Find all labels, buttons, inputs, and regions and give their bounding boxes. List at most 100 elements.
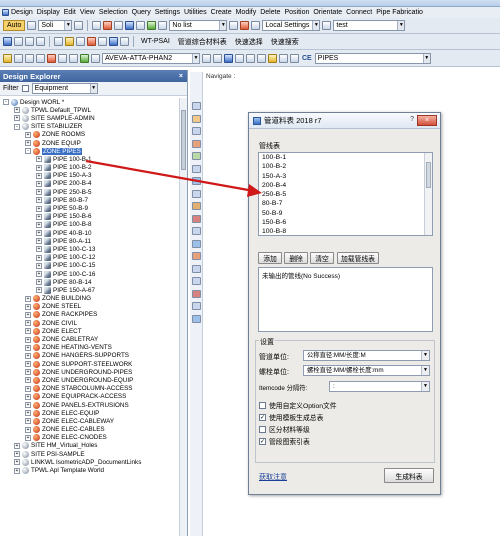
expand-icon[interactable]: + — [25, 361, 31, 368]
expand-icon[interactable]: + — [14, 442, 20, 449]
expand-icon[interactable]: + — [36, 172, 42, 179]
pipe-unit-select[interactable]: 公称直径:MM/长度:M ▼ — [303, 350, 430, 361]
tree-node[interactable]: + PIPE 40-B-10 — [0, 229, 179, 237]
expand-icon[interactable]: + — [36, 164, 42, 171]
expand-icon[interactable]: + — [14, 459, 20, 466]
menu-modify[interactable]: Modify — [234, 9, 259, 16]
expand-icon[interactable]: + — [14, 451, 20, 458]
settings-icon[interactable] — [322, 21, 332, 30]
tool-icon[interactable] — [192, 302, 201, 310]
tree-node[interactable]: + SITE HM_Virtual_Holes — [0, 442, 179, 450]
list-icon[interactable] — [279, 53, 288, 63]
menu-settings[interactable]: Settings — [153, 9, 182, 16]
refresh-icon[interactable] — [91, 53, 100, 63]
goto-icon[interactable] — [224, 53, 233, 63]
tool-icon[interactable] — [192, 102, 201, 110]
expand-icon[interactable]: + — [36, 279, 42, 286]
pipe-list-scrollbar[interactable] — [424, 153, 432, 235]
load-pipe-table-button[interactable]: 加载管线表 — [337, 252, 379, 264]
next-icon[interactable] — [69, 53, 78, 63]
list-add-icon[interactable] — [229, 21, 239, 30]
measure-icon[interactable] — [120, 37, 129, 46]
expand-icon[interactable]: + — [25, 328, 31, 335]
scrollbar-thumb[interactable] — [426, 162, 431, 188]
menu-position[interactable]: Position — [282, 9, 311, 16]
zoom-icon[interactable] — [98, 37, 107, 46]
tree-node[interactable]: + PIPE 150-A-3 — [0, 172, 179, 180]
menu-utilities[interactable]: Utilities — [182, 9, 209, 16]
undo-icon[interactable] — [14, 37, 23, 46]
close-icon[interactable] — [47, 53, 56, 63]
menu-connect[interactable]: Connect — [344, 9, 374, 16]
paint-icon[interactable] — [74, 21, 84, 30]
tool-icon[interactable] — [192, 152, 201, 160]
expand-icon[interactable]: + — [36, 180, 42, 187]
play-icon[interactable] — [76, 37, 85, 46]
option-custom-checkbox[interactable] — [259, 401, 266, 409]
tree-node[interactable]: + ZONE HANGERS-SUPPORTS — [0, 352, 179, 360]
pointer-icon[interactable] — [54, 37, 63, 46]
grid-icon[interactable] — [114, 21, 124, 30]
tree-node[interactable]: + ZONE ELEC-CABLEWAY — [0, 417, 179, 425]
auto-button[interactable]: Auto — [3, 20, 26, 31]
tree-node[interactable]: + ZONE EQUIP — [0, 139, 179, 147]
copy-icon[interactable] — [92, 21, 102, 30]
menu-selection[interactable]: Selection — [97, 9, 130, 16]
expand-icon[interactable]: + — [36, 197, 42, 204]
tree-node[interactable]: + PIPE 50-B-9 — [0, 204, 179, 213]
tree-node[interactable]: + PIPE 150-A-67 — [0, 286, 179, 294]
quick-search-button[interactable]: 快速搜索 — [268, 37, 302, 47]
option-grade-row[interactable]: 区分材料等级 — [259, 424, 310, 434]
expand-icon[interactable]: + — [25, 369, 31, 376]
new-icon[interactable] — [14, 53, 23, 63]
option-template-checkbox[interactable]: ✓ — [259, 413, 266, 421]
tree-node[interactable]: + PIPE 100-C-16 — [0, 270, 179, 278]
expand-icon[interactable]: + — [36, 213, 42, 220]
menu-delete[interactable]: Delete — [258, 9, 282, 16]
expand-icon[interactable]: + — [25, 295, 31, 302]
tool-icon[interactable] — [192, 252, 201, 260]
undo-icon[interactable] — [27, 21, 37, 30]
filter-checkbox[interactable] — [21, 85, 29, 92]
itemcode-separator-select[interactable]: : ▼ — [329, 381, 430, 392]
menu-edit[interactable]: Edit — [62, 9, 78, 16]
owner-icon[interactable] — [213, 53, 222, 63]
tree-node[interactable]: + ZONE ELEC-CABLES — [0, 426, 179, 434]
list-icon[interactable] — [251, 21, 261, 30]
expand-icon[interactable]: + — [36, 205, 42, 212]
tree-node[interactable]: + PIPE 80-B-14 — [0, 278, 179, 286]
tree-node[interactable]: + ZONE SUPPORT-STEELWORK — [0, 360, 179, 368]
tree-node[interactable]: - Design WORL * — [0, 98, 179, 106]
expand-icon[interactable]: + — [25, 336, 31, 343]
tool-icon[interactable] — [192, 189, 201, 198]
tool-icon[interactable] — [192, 177, 201, 185]
tree-node[interactable]: + ZONE STABCOLUMN-ACCESS — [0, 385, 179, 393]
tree-node[interactable]: + ZONE UNDERGROUND-EQUIP — [0, 376, 179, 384]
option-template-row[interactable]: ✓ 使用模板生成总表 — [259, 412, 323, 422]
mto-button[interactable]: 管道综合材料表 — [175, 37, 230, 47]
select-icon[interactable] — [3, 37, 12, 46]
tool-icon[interactable] — [192, 227, 201, 235]
expand-icon[interactable]: + — [25, 426, 31, 433]
tool-icon[interactable] — [192, 114, 201, 123]
sheet-icon[interactable] — [136, 21, 146, 30]
tree-node[interactable]: + PIPE 100-C-12 — [0, 254, 179, 262]
tree-node[interactable]: + PIPE 80-A-11 — [0, 237, 179, 245]
tree-node[interactable]: + PIPE 100-B-8 — [0, 221, 179, 229]
explorer-scrollbar[interactable] — [179, 98, 187, 536]
folder-icon[interactable] — [3, 53, 12, 63]
expand-icon[interactable]: + — [25, 344, 31, 351]
pipe-list-item[interactable]: 250-B-5 — [259, 190, 432, 199]
tree-node[interactable]: + ZONE PANELS-EXTRUSIONS — [0, 401, 179, 409]
tree-node[interactable]: + ZONE STEEL — [0, 303, 179, 311]
print-icon[interactable] — [36, 53, 45, 63]
expand-icon[interactable]: + — [25, 393, 31, 400]
tree-node[interactable]: + ZONE BUILDING — [0, 295, 179, 303]
menu-view[interactable]: View — [78, 9, 97, 16]
expand-icon[interactable]: + — [25, 303, 31, 310]
tree-node[interactable]: + PIPE 200-B-4 — [0, 180, 179, 188]
bookmark-icon[interactable] — [246, 53, 255, 63]
pipe-list-item[interactable]: 100-B-2 — [259, 162, 432, 171]
expand-icon[interactable]: + — [25, 140, 31, 147]
expand-icon[interactable]: + — [14, 467, 20, 474]
